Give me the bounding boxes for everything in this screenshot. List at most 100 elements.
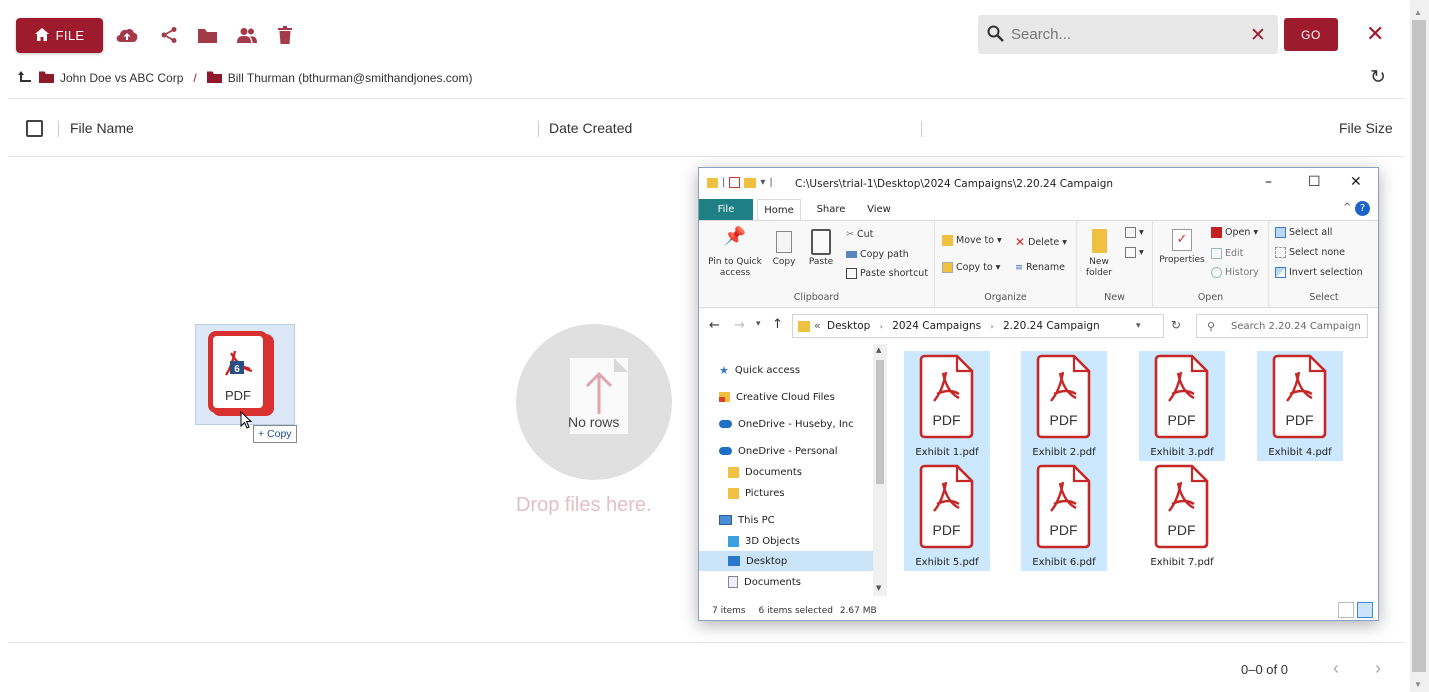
address-crumb[interactable]: 2024 Campaigns	[892, 320, 981, 332]
file-item[interactable]: PDF Exhibit 7.pdf	[1139, 461, 1225, 571]
large-icons-view-icon[interactable]	[1357, 602, 1373, 618]
nav-item-quick-access[interactable]: ★ Quick access	[719, 360, 800, 380]
pdf-file-icon: PDF	[1272, 354, 1327, 439]
file-item[interactable]: PDF Exhibit 3.pdf	[1139, 351, 1225, 461]
tab-view[interactable]: View	[859, 199, 899, 220]
copy-to-button[interactable]: Copy to ▾	[942, 262, 1000, 273]
tab-share[interactable]: Share	[811, 199, 851, 220]
tab-file[interactable]: File	[699, 199, 753, 220]
nav-item-desktop[interactable]: Desktop	[699, 551, 873, 571]
nav-item-this-pc[interactable]: This PC	[719, 510, 775, 530]
up-arrow-icon[interactable]	[18, 70, 31, 86]
scroll-up-icon[interactable]: ▲	[876, 346, 881, 354]
file-explorer-window: | ▾ | C:\Users\trial-1\Desktop\2024 Camp…	[698, 167, 1379, 621]
column-header-file-name[interactable]: File Name	[70, 120, 134, 136]
maximize-icon[interactable]: ☐	[1308, 174, 1321, 190]
back-icon[interactable]: ←	[709, 318, 720, 333]
rename-button[interactable]: ≡ Rename	[1015, 262, 1065, 273]
tab-home[interactable]: Home	[757, 199, 801, 220]
folder-icon[interactable]	[196, 25, 218, 45]
new-item-icon[interactable]: ▾	[1125, 227, 1144, 238]
explorer-search-box[interactable]: ⚲ Search 2.20.24 Campaign	[1196, 314, 1368, 338]
forward-icon[interactable]: →	[734, 318, 745, 333]
new-folder-icon[interactable]	[744, 177, 757, 188]
minimize-icon[interactable]: –	[1265, 174, 1272, 190]
search-box[interactable]: Search... ✕	[978, 15, 1278, 54]
file-button[interactable]: FILE	[16, 18, 103, 53]
move-to-button[interactable]: Move to ▾	[942, 235, 1002, 246]
edit-button[interactable]: Edit	[1211, 248, 1243, 259]
scroll-down-icon[interactable]: ▼	[1414, 680, 1422, 689]
customize-dropdown-icon[interactable]: ▾	[760, 177, 765, 188]
nav-item-pictures[interactable]: Pictures	[728, 483, 785, 503]
scroll-up-icon[interactable]: ▲	[1414, 8, 1422, 17]
address-dropdown-icon[interactable]: ▾	[1136, 321, 1141, 331]
nav-item-3d-objects[interactable]: 3D Objects	[728, 531, 800, 551]
explorer-search-input[interactable]: Search 2.20.24 Campaign	[1231, 321, 1361, 332]
scroll-down-icon[interactable]: ▼	[876, 584, 881, 592]
search-input[interactable]: Search...	[1011, 26, 1071, 43]
file-item[interactable]: PDF Exhibit 5.pdf	[904, 461, 990, 571]
close-icon[interactable]: ✕	[1366, 22, 1384, 46]
address-crumb[interactable]: Desktop	[827, 320, 870, 332]
users-icon[interactable]	[236, 25, 258, 45]
select-all-button[interactable]: Select all	[1275, 227, 1332, 238]
close-window-icon[interactable]: ✕	[1350, 174, 1362, 190]
details-view-icon[interactable]	[1338, 602, 1354, 618]
properties-button[interactable]: ✓ Properties	[1157, 229, 1207, 266]
select-all-checkbox[interactable]	[26, 120, 43, 137]
address-overflow[interactable]: «	[814, 319, 821, 332]
invert-selection-button[interactable]: Invert selection	[1275, 267, 1363, 278]
file-item[interactable]: PDF Exhibit 6.pdf	[1021, 461, 1107, 571]
nav-item-creative-cloud[interactable]: Creative Cloud Files	[719, 387, 835, 407]
nav-scrollbar[interactable]: ▲ ▼	[873, 344, 887, 596]
file-item[interactable]: PDF Exhibit 2.pdf	[1021, 351, 1107, 461]
delete-button[interactable]: ✕ Delete ▾	[1015, 235, 1067, 249]
column-header-date-created[interactable]: Date Created	[549, 120, 632, 136]
address-bar[interactable]: « Desktop › 2024 Campaigns › 2.20.24 Cam…	[792, 314, 1164, 338]
collapse-ribbon-icon[interactable]: ^	[1343, 202, 1351, 213]
breadcrumb-item-case[interactable]: John Doe vs ABC Corp	[60, 71, 183, 85]
cloud-upload-icon[interactable]	[116, 25, 138, 45]
paste-button[interactable]: Paste	[806, 229, 836, 268]
pdf-file-icon: PDF	[1154, 354, 1209, 439]
paste-shortcut-button[interactable]: Paste shortcut	[846, 268, 928, 279]
next-page-icon[interactable]: ›	[1375, 658, 1381, 679]
column-header-file-size[interactable]: File Size	[1339, 120, 1393, 136]
nav-item-documents-pc[interactable]: Documents	[728, 572, 801, 592]
scrollbar-thumb[interactable]	[876, 360, 884, 484]
documents-icon	[728, 576, 738, 588]
open-button[interactable]: Open ▾	[1211, 227, 1258, 238]
acrobat-icon	[1211, 227, 1222, 238]
help-icon[interactable]: ?	[1355, 201, 1370, 216]
nav-item-documents[interactable]: Documents	[728, 462, 802, 482]
recent-dropdown-icon[interactable]: ▾	[756, 319, 761, 329]
go-button[interactable]: GO	[1284, 18, 1338, 51]
prev-page-icon[interactable]: ‹	[1333, 658, 1339, 679]
breadcrumb-item-contact[interactable]: Bill Thurman (bthurman@smithandjones.com…	[228, 71, 473, 85]
up-icon[interactable]: ↑	[772, 317, 783, 332]
trash-icon[interactable]	[274, 25, 296, 45]
share-icon[interactable]	[158, 25, 180, 45]
select-none-button[interactable]: Select none	[1275, 247, 1345, 258]
new-folder-button[interactable]: New folder	[1085, 229, 1113, 279]
nav-item-onedrive-huseby[interactable]: OneDrive - Huseby, Inc	[719, 414, 854, 434]
easy-access-icon[interactable]: ▾	[1125, 247, 1144, 258]
history-button[interactable]: History	[1211, 267, 1259, 278]
nav-item-onedrive-personal[interactable]: OneDrive - Personal	[719, 441, 838, 461]
pdf-file-icon: PDF	[1036, 464, 1091, 549]
cut-button[interactable]: ✂ Cut	[846, 229, 873, 240]
scrollbar-thumb[interactable]	[1412, 20, 1426, 672]
page-scrollbar[interactable]: ▲ ▼	[1410, 0, 1429, 692]
file-item[interactable]: PDF Exhibit 4.pdf	[1257, 351, 1343, 461]
file-name: Exhibit 1.pdf	[915, 447, 979, 458]
refresh-icon[interactable]: ↻	[1370, 66, 1386, 89]
file-item[interactable]: PDF Exhibit 1.pdf	[904, 351, 990, 461]
address-crumb[interactable]: 2.20.24 Campaign	[1003, 320, 1100, 332]
copy-button[interactable]: Copy	[769, 231, 799, 268]
pin-quick-access-button[interactable]: 📌 Pin to Quick access	[704, 228, 766, 279]
refresh-icon[interactable]: ↻	[1171, 318, 1181, 332]
clear-search-icon[interactable]: ✕	[1250, 24, 1266, 47]
properties-icon[interactable]	[729, 177, 741, 188]
copy-path-button[interactable]: Copy path	[846, 249, 909, 260]
